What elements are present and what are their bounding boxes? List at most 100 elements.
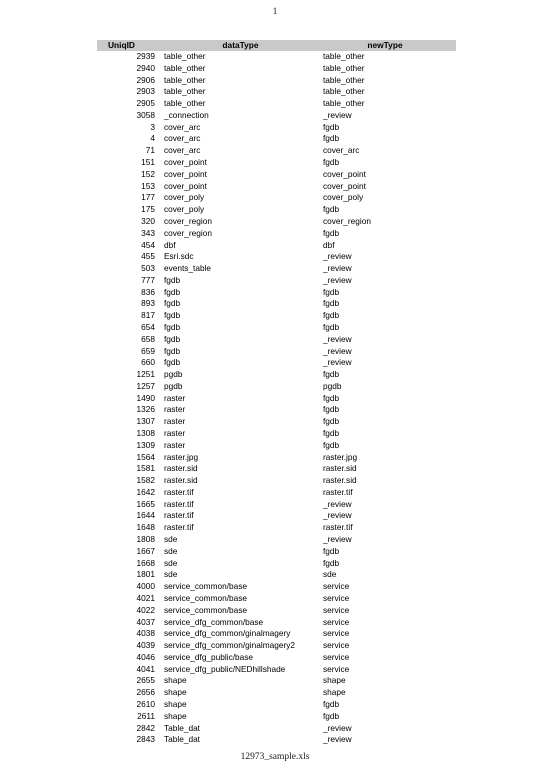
- cell-newtype: service: [323, 592, 350, 603]
- column-header-datatype: dataType: [161, 40, 320, 51]
- table-row: 343 cover_region fgdb: [97, 228, 456, 240]
- cell-newtype: _review: [323, 722, 352, 733]
- cell-datatype: events_table: [164, 263, 212, 274]
- cell-uniqid: 1251: [136, 369, 155, 380]
- cell-datatype: dbf: [164, 239, 176, 250]
- cell-datatype: fgdb: [164, 345, 181, 356]
- table-row: 2610 shape fgdb: [97, 699, 456, 711]
- cell-uniqid: 503: [141, 263, 155, 274]
- cell-uniqid: 1564: [136, 451, 155, 462]
- cell-uniqid: 2903: [136, 86, 155, 97]
- cell-newtype: dbf: [323, 239, 335, 250]
- cell-uniqid: 4000: [136, 581, 155, 592]
- cell-datatype: raster.tif: [164, 486, 194, 497]
- cell-datatype: cover_arc: [164, 121, 201, 132]
- cell-newtype: service: [323, 651, 350, 662]
- table-row: 1564 raster.jpg raster.jpg: [97, 452, 456, 464]
- cell-uniqid: 320: [141, 215, 155, 226]
- cell-uniqid: 893: [141, 298, 155, 309]
- cell-datatype: raster.tif: [164, 522, 194, 533]
- table-row: 2905 table_other table_other: [97, 98, 456, 110]
- cell-datatype: pgdb: [164, 369, 183, 380]
- cell-newtype: _review: [323, 345, 352, 356]
- cell-datatype: table_other: [164, 98, 206, 109]
- cell-newtype: fgdb: [323, 133, 340, 144]
- cell-uniqid: 1309: [136, 439, 155, 450]
- cell-newtype: service: [323, 628, 350, 639]
- cell-newtype: fgdb: [323, 157, 340, 168]
- cell-datatype: pgdb: [164, 380, 183, 391]
- cell-newtype: fgdb: [323, 710, 340, 721]
- cell-uniqid: 1642: [136, 486, 155, 497]
- cell-uniqid: 152: [141, 168, 155, 179]
- cell-newtype: table_other: [323, 62, 365, 73]
- cell-datatype: fgdb: [164, 274, 181, 285]
- cell-uniqid: 71: [145, 145, 155, 156]
- table-row: 2843 Table_dat _review: [97, 734, 456, 746]
- page-number: 1: [272, 7, 278, 17]
- cell-newtype: table_other: [323, 98, 365, 109]
- cell-datatype: table_other: [164, 86, 206, 97]
- cell-datatype: fgdb: [164, 321, 181, 332]
- cell-uniqid: 1326: [136, 404, 155, 415]
- table-row: 893 fgdb fgdb: [97, 298, 456, 310]
- cell-newtype: _review: [323, 251, 352, 262]
- cell-uniqid: 153: [141, 180, 155, 191]
- table-row: 654 fgdb fgdb: [97, 322, 456, 334]
- table-row: 153 cover_point cover_point: [97, 181, 456, 193]
- cell-newtype: table_other: [323, 86, 365, 97]
- table-row: 2611 shape fgdb: [97, 711, 456, 723]
- cell-newtype: _review: [323, 357, 352, 368]
- table-row: 1648 raster.tif raster.tif: [97, 522, 456, 534]
- cell-datatype: raster: [164, 428, 186, 438]
- table-row: 4041 service_dfg_public/NEDhillshade servi…: [97, 664, 456, 676]
- cell-newtype: cover_arc: [323, 145, 360, 156]
- cell-uniqid: 1667: [136, 545, 155, 556]
- cell-datatype: raster: [164, 416, 186, 427]
- cell-newtype: fgdb: [323, 557, 340, 568]
- table-row: 2842 Table_dat _review: [97, 723, 456, 735]
- cell-uniqid: 1490: [136, 392, 155, 403]
- table-row: 659 fgdb _review: [97, 346, 456, 358]
- table-row: 4039 service_dfg_common/ginalmagery2 servi…: [97, 640, 456, 652]
- cell-uniqid: 2842: [136, 722, 155, 733]
- cell-datatype: fgdb: [164, 286, 181, 297]
- table-row: 1642 raster.tif raster.tif: [97, 487, 456, 499]
- cell-newtype: cover_region: [323, 215, 371, 226]
- cell-newtype: fgdb: [323, 698, 340, 709]
- cell-datatype: cover_poly: [164, 204, 205, 215]
- cell-datatype: service_common/base: [164, 581, 248, 592]
- cell-newtype: service: [323, 616, 350, 627]
- footer-filename: 12973_sample.xls: [240, 752, 310, 762]
- cell-datatype: fgdb: [164, 333, 181, 344]
- spreadsheet-table: UniqID dataType newType 2939 table_other t…: [97, 40, 456, 746]
- table-row: 1801 sde sde: [97, 569, 456, 581]
- cell-newtype: fgdb: [323, 428, 340, 438]
- cell-datatype: raster.jpg: [164, 451, 199, 462]
- table-row: 320 cover_region cover_region: [97, 216, 456, 228]
- cell-datatype: table_other: [164, 74, 206, 85]
- table-row: 454 dbf dbf: [97, 240, 456, 252]
- cell-newtype: raster.jpg: [323, 451, 358, 462]
- table-row: 71 cover_arc cover_arc: [97, 145, 456, 157]
- cell-newtype: fgdb: [323, 369, 340, 380]
- cell-datatype: service_dfg_common/base: [164, 616, 264, 627]
- cell-uniqid: 1257: [136, 380, 155, 391]
- cell-uniqid: 1648: [136, 522, 155, 533]
- cell-datatype: service_common/base: [164, 604, 248, 615]
- cell-newtype: service: [323, 663, 350, 674]
- cell-uniqid: 4: [150, 133, 155, 144]
- cell-uniqid: 2905: [136, 98, 155, 109]
- cell-uniqid: 777: [141, 274, 155, 285]
- cell-uniqid: 175: [141, 204, 155, 215]
- cell-datatype: cover_arc: [164, 145, 201, 156]
- table-row: 658 fgdb _review: [97, 334, 456, 346]
- table-row: 1644 raster.tif _review: [97, 510, 456, 522]
- cell-datatype: fgdb: [164, 298, 181, 309]
- cell-datatype: Esri.sdc: [164, 251, 194, 262]
- table-row: 152 cover_point cover_point: [97, 169, 456, 181]
- cell-newtype: service: [323, 604, 350, 615]
- table-row: 1667 sde fgdb: [97, 546, 456, 558]
- table-row: 1581 raster.sid raster.sid: [97, 463, 456, 475]
- cell-newtype: fgdb: [323, 439, 340, 450]
